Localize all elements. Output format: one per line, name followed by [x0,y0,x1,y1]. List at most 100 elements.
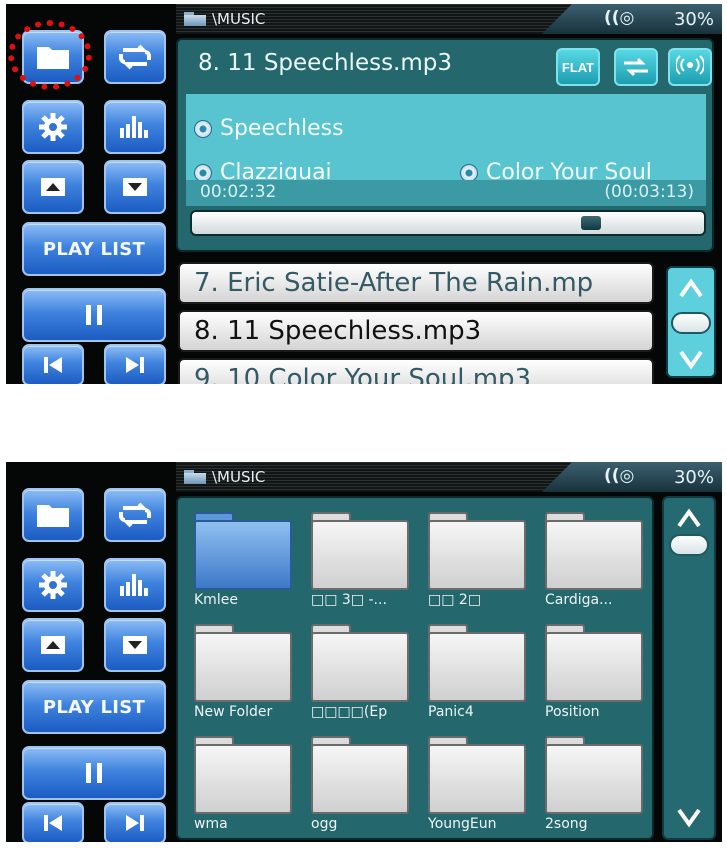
prev-icon [44,815,62,831]
chevron-down-icon[interactable] [674,802,704,832]
folder-tile[interactable]: wma [188,730,292,834]
folder-icon [184,470,206,484]
folder-label: □□ 3□ -... [311,592,387,608]
folder-icon-body [545,520,643,590]
playlist-label: PLAY LIST [42,238,146,260]
folder-grid: Kmlee □□ 3□ -... □□ 2□ Cardiga... New Folder… [176,496,654,840]
playlist-button[interactable]: PLAY LIST [22,680,166,734]
folder-scrollbar[interactable] [662,496,716,840]
battery-level: 30% [673,467,714,488]
total-time: (00:03:13) [604,182,694,202]
folder-icon-body [545,632,643,702]
gear-icon [39,113,67,141]
folder-tile[interactable]: □□ 2□ [422,506,526,610]
pause-button[interactable] [22,288,166,342]
up-icon [41,636,65,654]
gear-icon [39,571,67,599]
browser-screen: \MUSIC ((◎ 30% PLAY LIST Kmlee □□ 3□ -...… [6,462,722,842]
scroll-up-button[interactable] [22,160,84,214]
path-label: \MUSIC [212,468,266,486]
status-area: ((◎ 30% [542,4,722,34]
disc-icon [194,119,212,138]
signal-icon: ((◎ [604,466,635,486]
folder-label: 2song [545,816,588,832]
eq-mode-button[interactable]: FLAT [556,48,600,86]
folder-icon-body [545,744,643,814]
next-icon [126,357,144,373]
folder-label: Cardiga... [545,592,613,608]
folder-tile[interactable]: ogg [305,730,409,834]
elapsed-time: 00:02:32 [200,182,277,202]
next-button[interactable] [104,344,166,384]
folder-tile[interactable]: New Folder [188,618,292,722]
playlist-item[interactable]: 9. 10 Color Your Soul.mp3 [178,358,654,384]
folder-tile[interactable]: Position [539,618,643,722]
folder-tile[interactable]: YoungEun [422,730,526,834]
playlist-button[interactable]: PLAY LIST [22,222,166,276]
scroll-thumb[interactable] [669,534,709,556]
progress-knob[interactable] [581,216,601,230]
equalizer-icon [120,574,148,596]
scroll-down-button[interactable] [104,618,166,672]
folder-label: □□□□(Ep [311,704,388,720]
player-screen: \MUSIC ((◎ 30% PLAY LIST 8. 11 Speechles… [6,4,722,384]
playlist-label: PLAY LIST [42,696,146,718]
prev-button[interactable] [22,344,84,384]
folder-icon-body [194,520,292,590]
prev-button[interactable] [22,802,84,842]
eq-mode-label: FLAT [561,59,595,75]
disc-icon [460,163,478,182]
surround-button[interactable] [668,48,712,86]
playlist-item-current[interactable]: 8. 11 Speechless.mp3 [178,310,654,352]
next-button[interactable] [104,802,166,842]
browse-button[interactable] [22,488,84,542]
folder-tile[interactable]: Cardiga... [539,506,643,610]
chevron-up-icon[interactable] [676,274,706,304]
folder-label: wma [194,816,228,832]
pause-icon [86,305,102,325]
folder-label: □□ 2□ [428,592,482,608]
chevron-up-icon[interactable] [674,504,704,534]
folder-tile[interactable]: □□□□(Ep [305,618,409,722]
folder-icon-body [428,744,526,814]
folder-tile[interactable]: Kmlee [188,506,292,610]
chevron-down-icon[interactable] [676,344,706,374]
repeat-button[interactable] [104,488,166,542]
status-bar: \MUSIC ((◎ 30% [176,4,722,34]
shuffle-button[interactable] [614,48,658,86]
folder-tile[interactable]: Panic4 [422,618,526,722]
folder-icon-body [311,744,409,814]
settings-button[interactable] [22,100,84,154]
folder-tile[interactable]: □□ 3□ -... [305,506,409,610]
folder-icon [184,12,206,26]
scroll-thumb[interactable] [671,312,711,334]
equalizer-button[interactable] [104,558,166,612]
disc-icon [194,163,212,182]
folder-icon [37,505,69,527]
equalizer-icon [120,116,148,138]
folder-icon-body [311,632,409,702]
up-icon [41,178,65,196]
song-name: Speechless [220,116,344,141]
folder-label: Panic4 [428,704,474,720]
settings-button[interactable] [22,558,84,612]
song-row: Speechless [194,116,344,141]
scroll-up-button[interactable] [22,618,84,672]
now-playing-panel: 8. 11 Speechless.mp3 FLAT Speechless Cla… [176,38,714,252]
folder-label: ogg [311,816,338,832]
playlist-item[interactable]: 7. Eric Satie-After The Rain.mp [178,262,654,304]
repeat-button[interactable] [104,30,166,84]
down-icon [123,636,147,654]
status-bar: \MUSIC ((◎ 30% [176,462,722,492]
scroll-down-button[interactable] [104,160,166,214]
signal-icon: ((◎ [604,8,635,28]
playlist-item-label: 9. 10 Color Your Soul.mp3 [194,364,532,384]
folder-tile[interactable]: 2song [539,730,643,834]
repeat-icon [119,44,151,70]
folder-icon-body [194,632,292,702]
pause-button[interactable] [22,746,166,800]
folder-label: YoungEun [428,816,497,832]
progress-bar[interactable] [190,210,706,236]
equalizer-button[interactable] [104,100,166,154]
playlist-scrollbar[interactable] [666,266,716,378]
